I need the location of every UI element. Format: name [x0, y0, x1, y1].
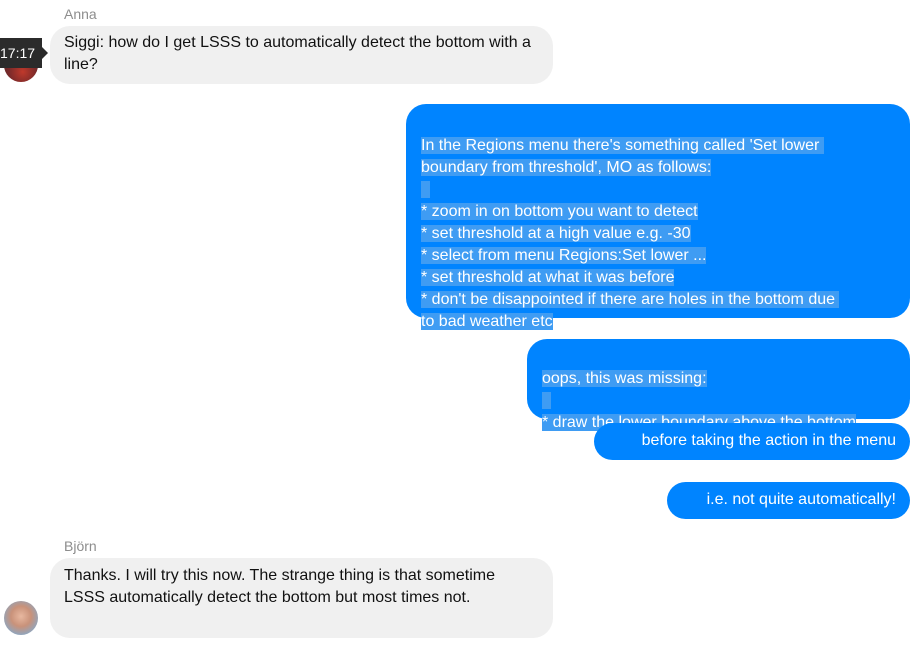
message-bubble-anna[interactable]: Siggi: how do I get LSSS to automaticall…	[50, 26, 553, 84]
message-bubble-bjorn[interactable]: Thanks. I will try this now. The strange…	[50, 558, 553, 638]
reply-1-line-7: * don't be disappointed if there are hol…	[421, 291, 840, 308]
timestamp-tooltip: 17:17	[0, 38, 48, 68]
message-bubble-reply-1[interactable]: In the Regions menu there's something ca…	[406, 104, 910, 330]
reply-1-line-5: * select from menu Regions:Set lower ...	[421, 247, 707, 264]
reply-1-line-2: boundary from threshold', MO as follows:	[421, 159, 712, 176]
reply-1-blank-line	[421, 181, 430, 198]
message-bubble-reply-4[interactable]: i.e. not quite automatically!	[667, 482, 910, 519]
reply-1-line-8: to bad weather etc	[421, 313, 553, 330]
message-bubble-reply-2[interactable]: oops, this was missing: * draw the lower…	[527, 339, 910, 431]
reply-1-line-1: In the Regions menu there's something ca…	[421, 137, 824, 154]
sender-name-anna: Anna	[64, 6, 97, 22]
avatar-bjorn[interactable]	[4, 601, 38, 635]
sender-name-bjorn: Björn	[64, 538, 97, 554]
reply-1-line-6: * set threshold at what it was before	[421, 269, 675, 286]
reply-1-line-3: * zoom in on bottom you want to detect	[421, 203, 698, 220]
reply-1-line-4: * set threshold at a high value e.g. -30	[421, 225, 691, 242]
reply-2-line-1: oops, this was missing:	[542, 370, 707, 387]
reply-2-blank-line	[542, 392, 551, 409]
message-bubble-reply-3[interactable]: before taking the action in the menu	[594, 423, 910, 460]
